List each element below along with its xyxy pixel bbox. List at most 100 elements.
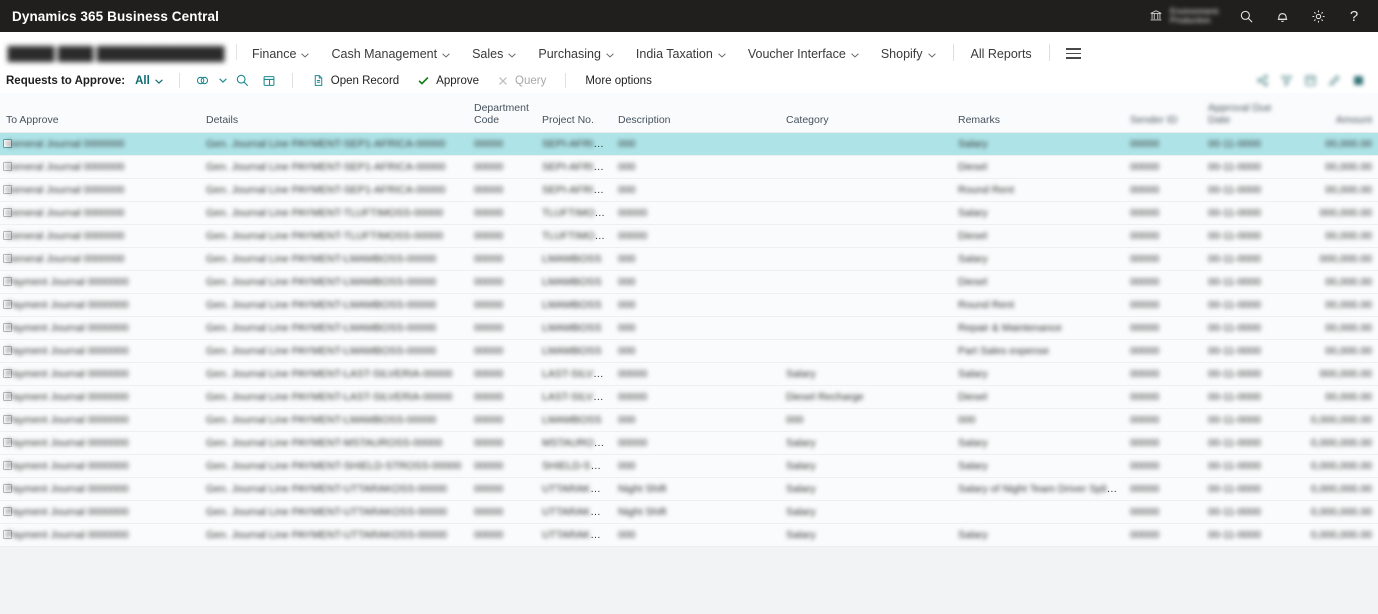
cell-amount[interactable]: 000,000.00 — [1300, 362, 1378, 386]
open-record-button[interactable]: Open Record — [303, 70, 408, 92]
cell-dept_code[interactable]: 00000 — [468, 316, 536, 340]
cell-description[interactable]: 00000 — [612, 362, 780, 386]
cell-due_date[interactable]: 00-11-0000 — [1202, 339, 1300, 363]
cell-dept_code[interactable]: 00000 — [468, 155, 536, 179]
table-row[interactable]: Payment Journal 0000000 Gen. Journal Line… — [0, 362, 1378, 386]
cell-description[interactable]: 000 — [612, 132, 780, 156]
table-row[interactable]: General Journal 0000000 Gen. Journal Line… — [0, 224, 1378, 248]
cell-dept_code[interactable]: 00000 — [468, 431, 536, 455]
nav-item-voucher-interface[interactable]: Voucher Interface — [737, 47, 870, 68]
cell-remarks[interactable]: Salary — [952, 523, 1124, 547]
cell-amount[interactable]: 00,000.00 — [1300, 316, 1378, 340]
cell-description[interactable]: 000 — [612, 155, 780, 179]
cell-project_no[interactable]: TLUFTIMOSS — [536, 224, 612, 248]
nav-item-finance[interactable]: Finance — [241, 47, 320, 68]
cell-dept_code[interactable]: 00000 — [468, 201, 536, 225]
cell-sender_id[interactable]: 00000 — [1124, 431, 1202, 455]
cell-description[interactable]: 000 — [612, 178, 780, 202]
cell-description[interactable]: 00000 — [612, 385, 780, 409]
cell-category[interactable] — [780, 155, 952, 179]
cell-project_no[interactable]: UTTARAKOSS — [536, 477, 612, 501]
column-header-description[interactable]: Description — [612, 93, 780, 133]
cell-details[interactable]: Gen. Journal Line PAYMENT-UTTARAKOSS-000… — [200, 500, 468, 524]
table-row[interactable]: Payment Journal 0000000 Gen. Journal Line… — [0, 316, 1378, 340]
column-header-category[interactable]: Category — [780, 93, 952, 133]
cell-description[interactable]: 000 — [612, 454, 780, 478]
table-row[interactable]: Payment Journal 0000000 Gen. Journal Line… — [0, 500, 1378, 524]
table-row[interactable]: Payment Journal 0000000 Gen. Journal Line… — [0, 270, 1378, 294]
open-in-new-window-icon[interactable] — [256, 70, 282, 92]
cell-details[interactable]: Gen. Journal Line PAYMENT-UTTARAKOSS-000… — [200, 477, 468, 501]
cell-category[interactable] — [780, 201, 952, 225]
cell-project_no[interactable]: SEPI-AFRICA — [536, 155, 612, 179]
cell-description[interactable]: 00000 — [612, 431, 780, 455]
column-header-amount[interactable]: Amount — [1300, 93, 1378, 133]
cell-due_date[interactable]: 00-11-0000 — [1202, 270, 1300, 294]
cell-project_no[interactable]: LMAMBOSS — [536, 247, 612, 271]
approve-button[interactable]: Approve — [408, 70, 488, 92]
cell-details[interactable]: Gen. Journal Line PAYMENT-LMAMBOSS-00000 — [200, 316, 468, 340]
cell-due_date[interactable]: 00-11-0000 — [1202, 431, 1300, 455]
cell-project_no[interactable]: SEPI-AFRICA — [536, 178, 612, 202]
cell-category[interactable]: Salary — [780, 477, 952, 501]
cell-project_no[interactable]: LMAMBOSS — [536, 339, 612, 363]
cell-dept_code[interactable]: 00000 — [468, 224, 536, 248]
table-row[interactable]: General Journal 0000000 Gen. Journal Line… — [0, 178, 1378, 202]
cell-remarks[interactable]: Part Sales expense — [952, 339, 1124, 363]
nav-item-sales[interactable]: Sales — [461, 47, 527, 68]
table-row[interactable]: General Journal 0000000 Gen. Journal Line… — [0, 155, 1378, 179]
cell-amount[interactable]: 0,000,000.00 — [1300, 523, 1378, 547]
nav-item-india-taxation[interactable]: India Taxation — [625, 47, 737, 68]
cell-remarks[interactable]: Round Rent — [952, 293, 1124, 317]
cell-category[interactable] — [780, 224, 952, 248]
gear-icon[interactable] — [1300, 0, 1336, 32]
filter-icon[interactable] — [1274, 70, 1298, 92]
cell-category[interactable]: Salary — [780, 362, 952, 386]
cell-dept_code[interactable]: 00000 — [468, 477, 536, 501]
cell-details[interactable]: Gen. Journal Line PAYMENT-LMAMBOSS-00000 — [200, 293, 468, 317]
cell-amount[interactable]: 0,000,000.00 — [1300, 500, 1378, 524]
cell-sender_id[interactable]: 00000 — [1124, 339, 1202, 363]
cell-remarks[interactable]: Salary — [952, 362, 1124, 386]
table-row[interactable]: Payment Journal 0000000 Gen. Journal Line… — [0, 431, 1378, 455]
cell-dept_code[interactable]: 00000 — [468, 339, 536, 363]
column-header-project_no[interactable]: Project No. — [536, 93, 612, 133]
cell-category[interactable] — [780, 178, 952, 202]
cell-remarks[interactable]: Repair & Maintenance — [952, 316, 1124, 340]
cell-project_no[interactable]: UTTARAKOSS — [536, 523, 612, 547]
cell-to_approve[interactable]: Payment Journal 0000000 — [0, 385, 200, 409]
cell-details[interactable]: Gen. Journal Line PAYMENT-SEP1-AFRICA-00… — [200, 132, 468, 156]
cell-amount[interactable]: 000,000.00 — [1300, 247, 1378, 271]
cell-sender_id[interactable]: 00000 — [1124, 247, 1202, 271]
cell-remarks[interactable]: Salary — [952, 201, 1124, 225]
cell-category[interactable]: Salary — [780, 523, 952, 547]
cell-due_date[interactable]: 00-11-0000 — [1202, 477, 1300, 501]
cell-due_date[interactable]: 00-11-0000 — [1202, 362, 1300, 386]
cell-category[interactable] — [780, 339, 952, 363]
cell-amount[interactable]: 00,000.00 — [1300, 132, 1378, 156]
table-row[interactable]: Payment Journal 0000000 Gen. Journal Line… — [0, 477, 1378, 501]
cell-remarks[interactable]: Salary — [952, 454, 1124, 478]
cell-remarks[interactable]: 000 — [952, 408, 1124, 432]
cell-amount[interactable]: 00,000.00 — [1300, 155, 1378, 179]
cell-remarks[interactable]: Diesel — [952, 224, 1124, 248]
cell-to_approve[interactable]: General Journal 0000000 — [0, 178, 200, 202]
cell-project_no[interactable]: LMAMBOSS — [536, 270, 612, 294]
bell-icon[interactable] — [1264, 0, 1300, 32]
column-header-due_date[interactable]: Approval Due Date — [1202, 93, 1300, 133]
cell-project_no[interactable]: LAST-SILVERIA — [536, 362, 612, 386]
cell-sender_id[interactable]: 00000 — [1124, 270, 1202, 294]
cell-category[interactable]: 000 — [780, 408, 952, 432]
cell-details[interactable]: Gen. Journal Line PAYMENT-LMAMBOSS-00000 — [200, 408, 468, 432]
cell-description[interactable]: 000 — [612, 316, 780, 340]
share-icon[interactable] — [1250, 70, 1274, 92]
cell-remarks[interactable]: Round Rent — [952, 178, 1124, 202]
cell-description[interactable]: 000 — [612, 408, 780, 432]
cell-description[interactable]: Night Shift — [612, 500, 780, 524]
cell-sender_id[interactable]: 00000 — [1124, 293, 1202, 317]
cell-due_date[interactable]: 00-11-0000 — [1202, 408, 1300, 432]
cell-due_date[interactable]: 00-11-0000 — [1202, 316, 1300, 340]
cell-details[interactable]: Gen. Journal Line PAYMENT-LMAMBOSS-00000 — [200, 339, 468, 363]
cell-to_approve[interactable]: General Journal 0000000 — [0, 247, 200, 271]
table-row[interactable]: Payment Journal 0000000 Gen. Journal Line… — [0, 408, 1378, 432]
